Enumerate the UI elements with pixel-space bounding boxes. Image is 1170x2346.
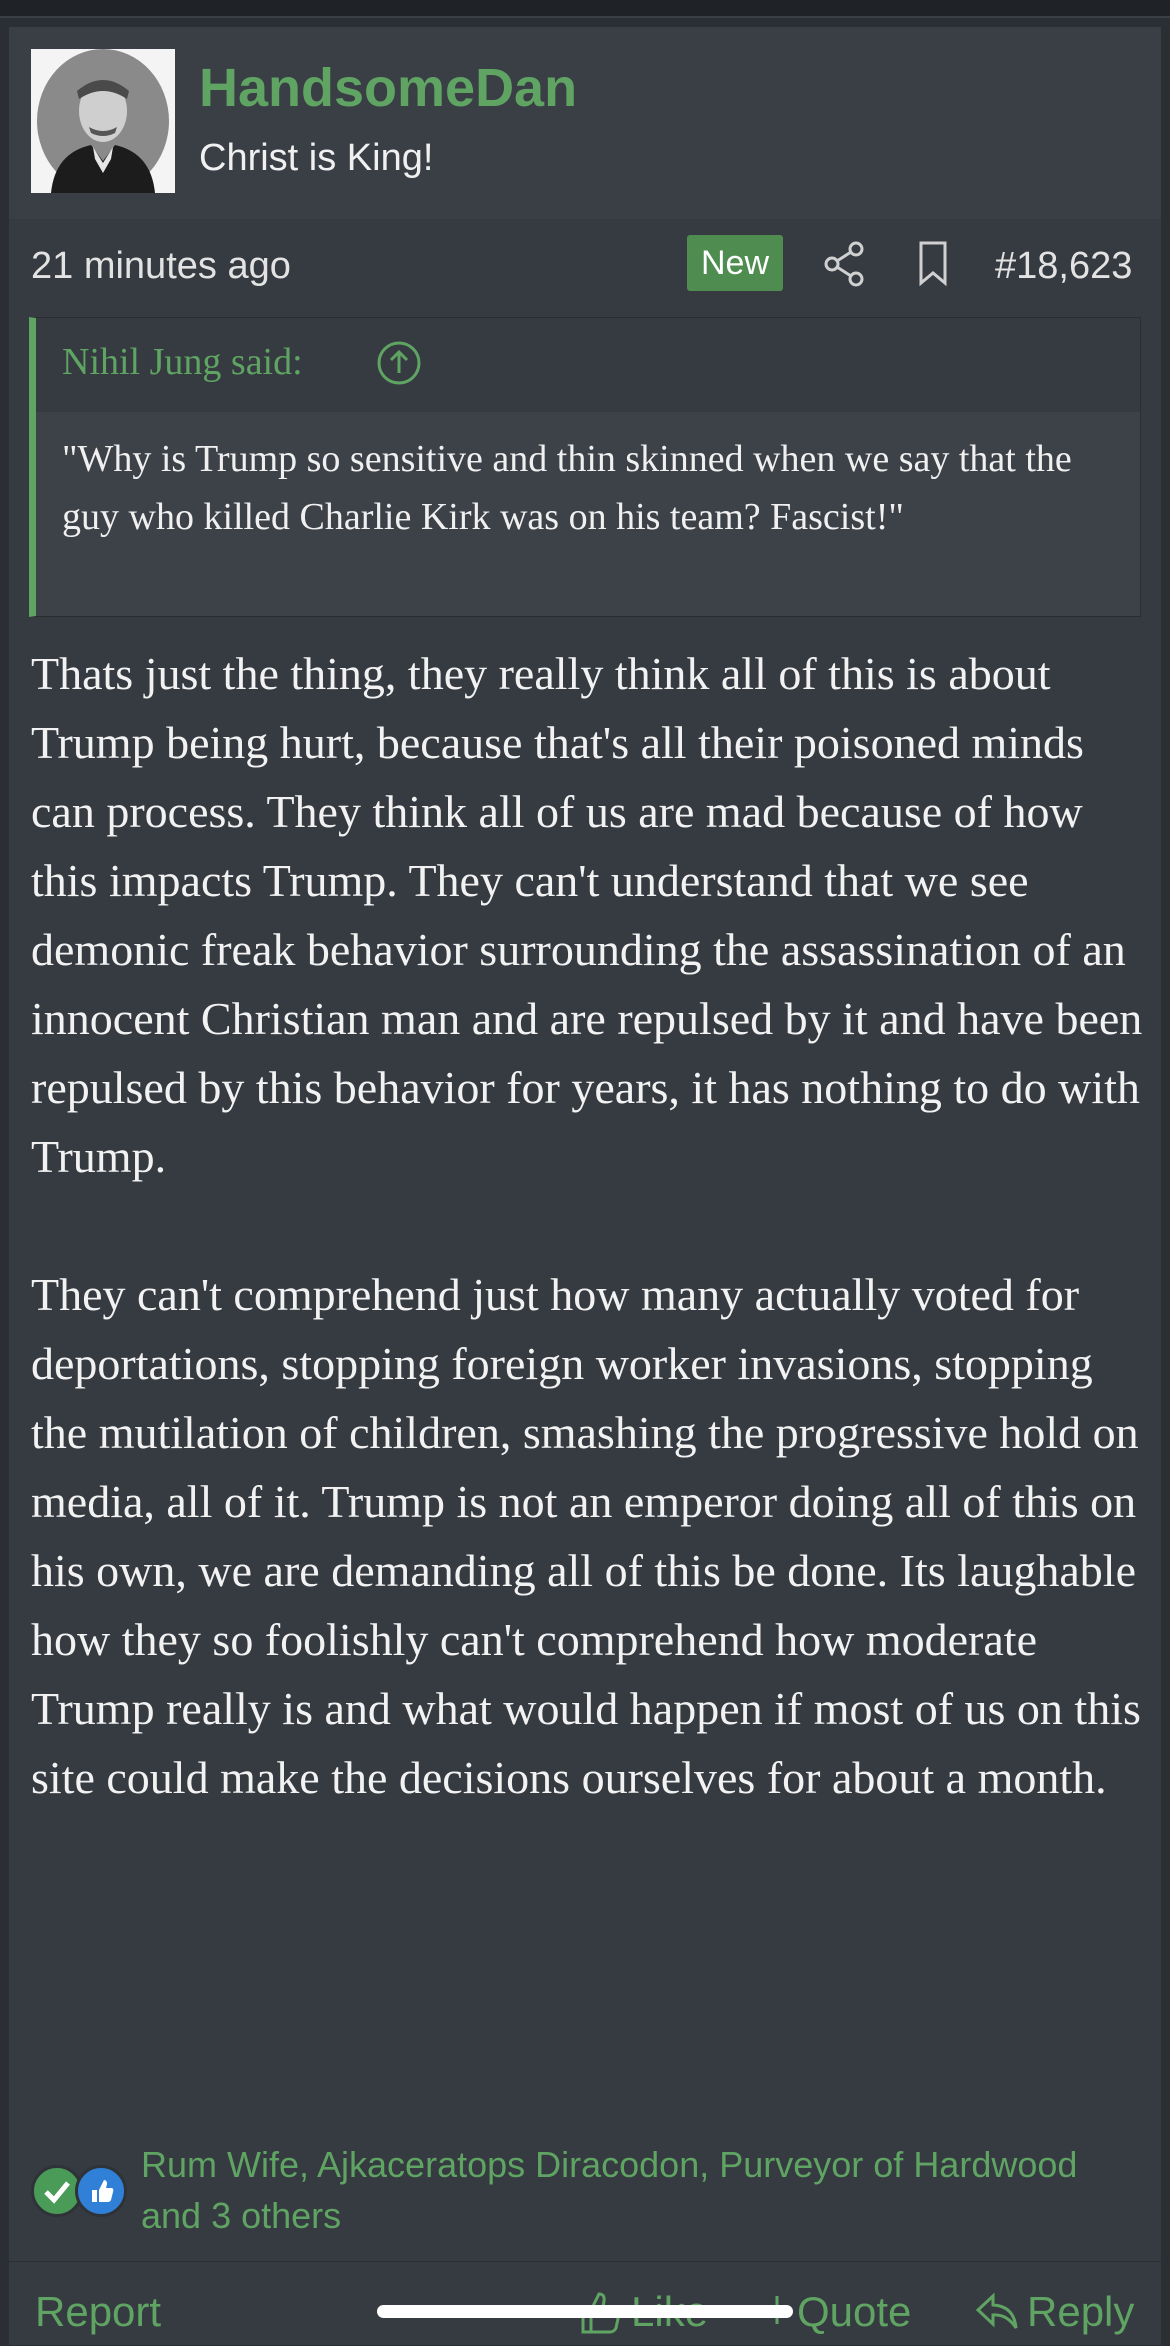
user-title: Christ is King! [199, 137, 434, 179]
report-link[interactable]: Report [35, 2288, 161, 2336]
top-bar [0, 0, 1170, 18]
new-badge: New [687, 235, 783, 291]
quote-author[interactable]: Nihil Jung said: [62, 340, 303, 384]
arrow-up-circle-icon[interactable] [376, 340, 422, 386]
quote-header: Nihil Jung said: [36, 318, 1140, 412]
post-paragraph: Thats just the thing, they really think … [31, 648, 1143, 1182]
reply-icon [975, 2292, 1018, 2329]
reply-button[interactable]: Reply [975, 2288, 1134, 2336]
reactions-bar[interactable]: Rum Wife, Ajkaceratops Diracodon, Purvey… [31, 2139, 1151, 2239]
post-timestamp[interactable]: 21 minutes ago [31, 245, 291, 288]
user-header: HandsomeDan Christ is King! [9, 27, 1161, 219]
reactions-list[interactable]: Rum Wife, Ajkaceratops Diracodon, Purvey… [141, 2139, 1141, 2241]
quote-text: "Why is Trump so sensitive and thin skin… [62, 438, 1072, 538]
home-indicator[interactable] [377, 2305, 793, 2318]
avatar[interactable] [31, 49, 175, 193]
like-reaction-icon [75, 2165, 127, 2217]
post-meta: 21 minutes ago New #18,623 [9, 219, 1161, 315]
share-icon[interactable] [823, 241, 867, 287]
reply-label: Reply [1027, 2288, 1135, 2335]
post-number-link[interactable]: #18,623 [995, 245, 1132, 288]
username[interactable]: HandsomeDan [199, 57, 577, 119]
bookmark-icon[interactable] [913, 239, 953, 287]
post-body: Thats just the thing, they really think … [31, 639, 1155, 1812]
quote-block: Nihil Jung said: "Why is Trump so sensit… [29, 317, 1141, 617]
post-footer: Report Like Quote Reply [9, 2261, 1161, 2346]
quote-label: Quote [797, 2288, 912, 2335]
forum-post: HandsomeDan Christ is King! 21 minutes a… [8, 26, 1162, 2346]
post-paragraph: They can't comprehend just how many actu… [31, 1269, 1141, 1803]
